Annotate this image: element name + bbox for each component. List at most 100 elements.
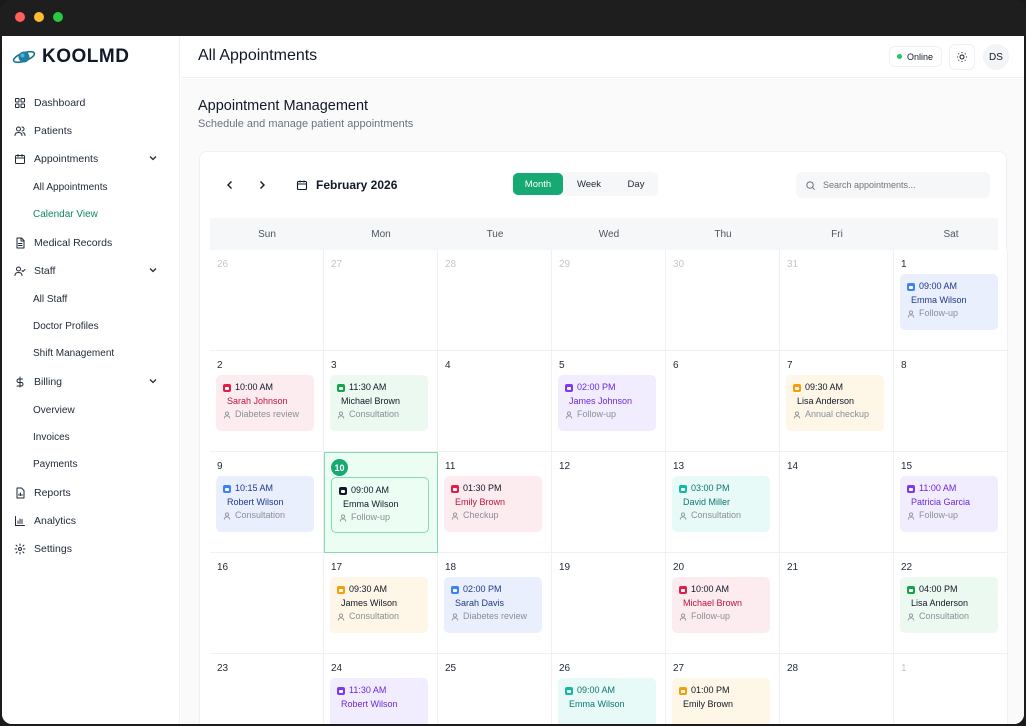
calendar-day-cell[interactable]: 4 (438, 351, 552, 452)
appointment-card[interactable]: 02:00 PM Sarah Davis Diabetes review (444, 577, 542, 633)
appointment-card[interactable]: 09:30 AM Lisa Anderson Annual checkup (786, 375, 884, 431)
calendar-day-cell[interactable]: 16 (210, 553, 324, 654)
sidebar-item-label: Reports (34, 487, 71, 499)
appointment-card[interactable]: 09:30 AM James Wilson Consultation (330, 577, 428, 633)
calendar-day-cell[interactable]: 23 (210, 654, 324, 724)
calendar-day-cell[interactable]: 12 (552, 452, 666, 553)
sidebar-item-billing[interactable]: Billing (14, 371, 164, 393)
day-number: 14 (787, 461, 799, 472)
sidebar-subitem-all-staff[interactable]: All Staff (33, 289, 67, 309)
sidebar-subitem-overview[interactable]: Overview (33, 400, 75, 420)
calendar-day-cell[interactable]: 21 (780, 553, 894, 654)
sidebar-item-patients[interactable]: Patients (14, 120, 164, 142)
calendar-day-cell[interactable]: 9 10:15 AM Robert Wilson Consultation (210, 452, 324, 553)
calendar-day-cell[interactable]: 25 (438, 654, 552, 724)
appointment-patient: Sarah Johnson (227, 395, 288, 406)
day-number: 2 (217, 360, 223, 371)
calendar-icon (451, 585, 459, 594)
brand-name: KOOLMD (42, 46, 130, 67)
calendar-day-cell[interactable]: 27 01:00 PM Emily Brown (666, 654, 780, 724)
sidebar-subitem-all-appointments[interactable]: All Appointments (33, 177, 108, 197)
calendar-day-cell[interactable]: 13 03:00 PM David Miller Consultation (666, 452, 780, 553)
appointment-time: 09:00 AM (351, 485, 390, 495)
appointment-card[interactable]: 09:00 AM Emma Wilson Follow-up (331, 477, 429, 533)
calendar-day-cell[interactable]: 24 11:30 AM Robert Wilson (324, 654, 438, 724)
sidebar-subitem-calendar-view[interactable]: Calendar View (33, 204, 98, 224)
minimize-window-button[interactable] (34, 12, 44, 22)
calendar-day-cell[interactable]: 2 10:00 AM Sarah Johnson Diabetes review (210, 351, 324, 452)
day-number: 5 (559, 360, 565, 371)
sidebar-subitem-payments[interactable]: Payments (33, 454, 77, 474)
sidebar-item-reports[interactable]: Reports (14, 482, 164, 504)
calendar-day-cell[interactable]: 26 (210, 250, 324, 351)
appointment-card[interactable]: 10:00 AM Michael Brown Follow-up (672, 577, 770, 633)
appointment-card[interactable]: 03:00 PM David Miller Consultation (672, 476, 770, 532)
close-window-button[interactable] (15, 12, 25, 22)
appointment-card[interactable]: 09:00 AM Emma Wilson Follow-up (900, 274, 998, 330)
appointment-type: Consultation (349, 611, 400, 621)
appointment-card[interactable]: 11:30 AM Robert Wilson (330, 678, 428, 724)
calendar-icon (451, 484, 459, 493)
sidebar-subitem-invoices[interactable]: Invoices (33, 427, 70, 447)
main-content: Appointment Management Schedule and mana… (181, 79, 1024, 724)
calendar-day-cell[interactable]: 19 (552, 553, 666, 654)
appointment-card[interactable]: 02:00 PM James Johnson Follow-up (558, 375, 656, 431)
sidebar-subitem-shift-management[interactable]: Shift Management (33, 343, 114, 363)
appointment-patient: David Miller (683, 496, 731, 507)
sidebar-item-staff[interactable]: Staff (14, 260, 164, 282)
appointment-card[interactable]: 11:30 AM Michael Brown Consultation (330, 375, 428, 431)
calendar-icon (907, 484, 915, 493)
calendar-day-cell[interactable]: 11 01:30 PM Emily Brown Checkup (438, 452, 552, 553)
view-month-button[interactable]: Month (513, 173, 563, 195)
calendar-day-cell[interactable]: 14 (780, 452, 894, 553)
sidebar-subitem-doctor-profiles[interactable]: Doctor Profiles (33, 316, 99, 336)
sidebar-item-medical-records[interactable]: Medical Records (14, 232, 164, 254)
appointment-card[interactable]: 10:00 AM Sarah Johnson Diabetes review (216, 375, 314, 431)
sidebar-item-dashboard[interactable]: Dashboard (14, 92, 164, 114)
appointment-card[interactable]: 01:30 PM Emily Brown Checkup (444, 476, 542, 532)
appointment-card[interactable]: 09:00 AM Emma Wilson (558, 678, 656, 724)
calendar-day-cell[interactable]: 6 (666, 351, 780, 452)
calendar-day-cell[interactable]: 20 10:00 AM Michael Brown Follow-up (666, 553, 780, 654)
calendar-day-cell[interactable]: 8 (894, 351, 1008, 452)
appointment-card[interactable]: 11:00 AM Patricia Garcia Follow-up (900, 476, 998, 532)
calendar-day-cell[interactable]: 29 (552, 250, 666, 351)
appointment-card[interactable]: 01:00 PM Emily Brown (672, 678, 770, 724)
weekday-fri: Fri (831, 228, 843, 240)
calendar-day-cell[interactable]: 7 09:30 AM Lisa Anderson Annual checkup (780, 351, 894, 452)
calendar-day-cell[interactable]: 18 02:00 PM Sarah Davis Diabetes review (438, 553, 552, 654)
theme-toggle-button[interactable] (949, 44, 975, 70)
weekday-thu: Thu (714, 228, 732, 240)
appointment-card[interactable]: 04:00 PM Lisa Anderson Consultation (900, 577, 998, 633)
view-week-button[interactable]: Week (563, 173, 615, 195)
calendar-day-cell[interactable]: 28 (780, 654, 894, 724)
brand[interactable]: KOOLMD (12, 46, 129, 68)
calendar-day-cell[interactable]: 26 09:00 AM Emma Wilson (552, 654, 666, 724)
appointment-patient: James Johnson (569, 395, 633, 406)
maximize-window-button[interactable] (53, 12, 63, 22)
calendar-icon (565, 383, 573, 392)
appointment-card[interactable]: 10:15 AM Robert Wilson Consultation (216, 476, 314, 532)
calendar-day-cell[interactable]: 15 11:00 AM Patricia Garcia Follow-up (894, 452, 1008, 553)
view-day-button[interactable]: Day (615, 173, 657, 195)
avatar[interactable]: DS (983, 44, 1009, 70)
calendar-day-cell[interactable]: 10 09:00 AM Emma Wilson Follow-up (324, 452, 438, 553)
prev-month-button[interactable] (218, 173, 242, 197)
calendar-day-cell[interactable]: 3 11:30 AM Michael Brown Consultation (324, 351, 438, 452)
calendar-day-cell[interactable]: 30 (666, 250, 780, 351)
search-input[interactable] (823, 180, 973, 190)
calendar-day-cell[interactable]: 5 02:00 PM James Johnson Follow-up (552, 351, 666, 452)
sidebar-item-settings[interactable]: Settings (14, 538, 164, 560)
calendar-day-cell[interactable]: 22 04:00 PM Lisa Anderson Consultation (894, 553, 1008, 654)
calendar-day-cell[interactable]: 31 (780, 250, 894, 351)
sidebar-item-analytics[interactable]: Analytics (14, 510, 164, 532)
sidebar-item-label: Staff (34, 265, 56, 277)
calendar-day-cell[interactable]: 1 (894, 654, 1008, 724)
calendar-day-cell[interactable]: 17 09:30 AM James Wilson Consultation (324, 553, 438, 654)
calendar-day-cell[interactable]: 1 09:00 AM Emma Wilson Follow-up (894, 250, 1008, 351)
sidebar-item-appointments[interactable]: Appointments (14, 148, 164, 170)
calendar-day-cell[interactable]: 28 (438, 250, 552, 351)
appointment-time: 09:30 AM (349, 584, 388, 594)
next-month-button[interactable] (250, 173, 274, 197)
calendar-day-cell[interactable]: 27 (324, 250, 438, 351)
